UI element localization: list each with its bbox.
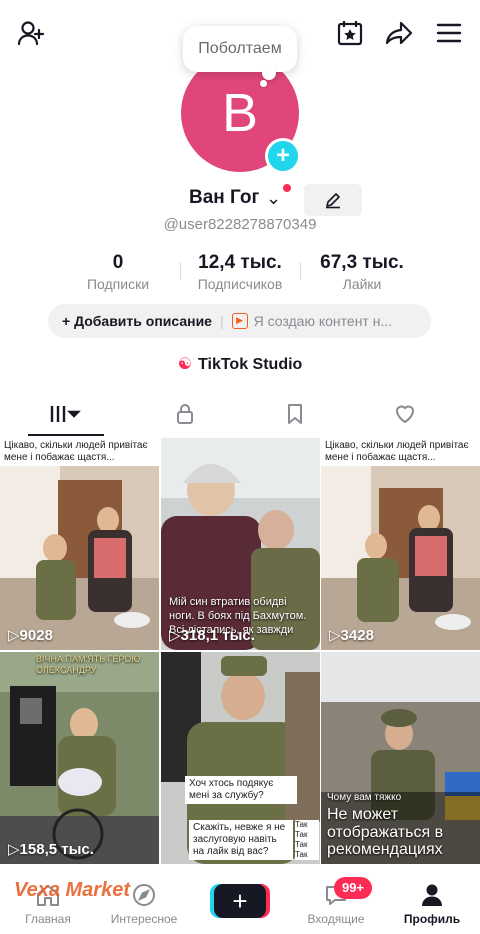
video-thumbnail[interactable]: Мій син втратив обидві ноги. В боях під … <box>161 438 320 650</box>
video-thumbnail[interactable]: Хоч хтось подякує мені за службу? Скажіт… <box>161 652 320 864</box>
description-pill: + Добавить описание | ▶ Я создаю контент… <box>48 304 431 338</box>
play-square-icon: ▶ <box>231 313 248 329</box>
stat-likes-value: 67,3 тыс. <box>320 252 404 273</box>
stat-followers[interactable]: 12,4 тыс. Подписчиков <box>186 252 294 292</box>
create-video-button[interactable]: + <box>214 884 266 918</box>
creator-category-button[interactable]: Я создаю контент н... <box>254 313 393 329</box>
pencil-icon <box>326 193 340 209</box>
edit-profile-button[interactable] <box>304 184 362 216</box>
nav-profile-label: Профиль <box>403 912 461 926</box>
tag-item: Так <box>295 820 308 829</box>
active-tab-indicator <box>28 434 104 436</box>
video-thumbnail[interactable]: Чому вам тяжко Не может отображаться в р… <box>321 652 480 864</box>
studio-label: TikTok Studio <box>198 356 303 373</box>
compass-icon <box>133 884 155 906</box>
tab-saved[interactable] <box>235 394 355 434</box>
tab-videos[interactable] <box>6 394 126 434</box>
bubble-tail-dot <box>260 80 267 87</box>
content-tabs <box>0 394 480 438</box>
tag-item: Так <box>295 830 308 839</box>
description-divider: | <box>219 313 224 329</box>
video-views: 9028 <box>8 626 53 644</box>
studio-person-icon: ☯ <box>177 356 193 373</box>
stat-following[interactable]: 0 Подписки <box>78 252 158 292</box>
tag-list: Так Так Так Так <box>295 820 319 860</box>
profile-handle: @user8228278870349 <box>163 216 317 233</box>
watermark-logo: Vexa Market <box>14 879 130 901</box>
video-caption: ВІЧНА ПАМ'ЯТЬ ГЕРОЮ ОЛЕКСАНДРУ <box>36 654 141 676</box>
tag-item: Так <box>295 840 308 849</box>
stat-following-label: Подписки <box>86 276 150 292</box>
stat-followers-value: 12,4 тыс. <box>198 252 282 273</box>
nav-profile[interactable]: Профиль <box>384 882 480 926</box>
nav-discover-label: Интересное <box>110 912 178 926</box>
stat-likes[interactable]: 67,3 тыс. Лайки <box>308 252 416 292</box>
profile-icon <box>422 884 442 906</box>
chat-bubble[interactable]: Поболтаем <box>183 26 297 72</box>
video-caption: Чому вам тяжко <box>327 792 402 803</box>
not-recommended-notice: Не может отображаться в рекомендациях <box>327 806 444 859</box>
nav-inbox-label: Входящие <box>307 912 365 926</box>
notification-dot <box>283 184 291 192</box>
video-caption: Хоч хтось подякує мені за службу? <box>185 776 297 804</box>
stat-following-value: 0 <box>112 252 124 273</box>
tab-private[interactable] <box>125 394 245 434</box>
stat-divider <box>180 262 181 280</box>
video-thumbnail[interactable]: ВІЧНА ПАМ'ЯТЬ ГЕРОЮ ОЛЕКСАНДРУ 158,5 тыс… <box>0 652 159 864</box>
share-icon[interactable] <box>382 16 416 50</box>
profile-name[interactable]: Ван Гог <box>189 187 259 209</box>
name-row: Ван Гог ⌄ <box>0 184 480 216</box>
video-grid: Цікаво, скільки людей привітає мене і по… <box>0 438 480 864</box>
video-thumbnail[interactable]: Цікаво, скільки людей привітає мене і по… <box>321 438 480 650</box>
thumbnail-image <box>0 652 159 864</box>
inbox-badge: 99+ <box>334 877 372 899</box>
video-thumbnail[interactable]: Цікаво, скільки людей привітає мене і по… <box>0 438 159 650</box>
lock-icon <box>177 404 193 424</box>
stat-followers-label: Подписчиков <box>197 276 283 292</box>
video-views: 3428 <box>329 626 374 644</box>
tag-item: Так <box>295 850 308 859</box>
heart-icon <box>396 405 414 423</box>
chevron-down-icon[interactable]: ⌄ <box>266 188 281 209</box>
tiktok-studio-link[interactable]: ☯ TikTok Studio <box>0 354 480 374</box>
add-friend-icon[interactable] <box>14 16 48 50</box>
video-views: 318,1 тыс. <box>169 626 255 644</box>
stat-divider <box>300 262 301 280</box>
profile-stats: 0 Подписки 12,4 тыс. Подписчиков 67,3 ты… <box>0 252 480 296</box>
tab-liked[interactable] <box>345 394 465 434</box>
video-caption: Цікаво, скільки людей привітає мене і по… <box>0 438 159 466</box>
calendar-star-icon[interactable] <box>333 16 367 50</box>
add-description-button[interactable]: + Добавить описание <box>62 313 212 329</box>
video-views: 158,5 тыс. <box>8 840 94 858</box>
bubble-tail <box>262 66 276 80</box>
nav-home-label: Главная <box>25 912 71 926</box>
bookmark-icon <box>288 404 302 424</box>
menu-icon[interactable] <box>432 16 466 50</box>
add-avatar-plus-icon[interactable]: + <box>265 138 301 174</box>
grid-bars-icon <box>50 406 81 422</box>
thumbnail-image <box>321 438 480 650</box>
video-caption: Цікаво, скільки людей привітає мене і по… <box>321 438 480 466</box>
video-caption-secondary: Скажіть, невже я не заслуговую навіть на… <box>189 820 293 860</box>
stat-likes-label: Лайки <box>342 276 382 292</box>
thumbnail-image <box>0 438 159 650</box>
